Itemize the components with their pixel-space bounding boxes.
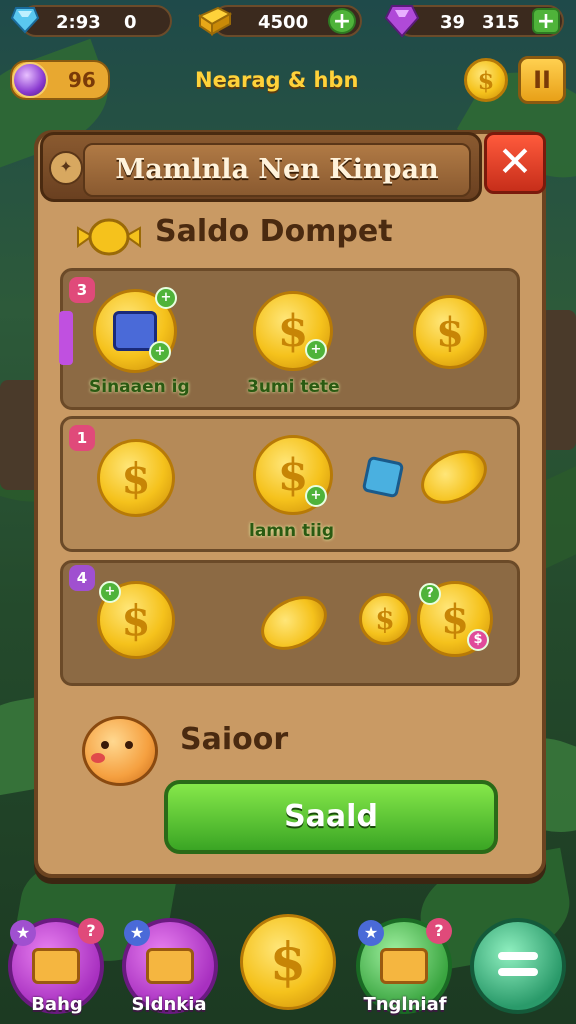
- gold-bars-icon: [197, 6, 233, 36]
- header-coin-icon: $: [464, 58, 508, 102]
- menu-button[interactable]: [470, 918, 566, 1014]
- panel-header: ✦ Mamlnla Nen Kinpan: [40, 132, 482, 202]
- menu-icon: [498, 952, 538, 980]
- add-gold-button[interactable]: +: [328, 8, 356, 34]
- reward-label: lamn tiig: [249, 521, 334, 541]
- timer-pill: 2:93 0: [20, 5, 172, 37]
- gold-count: 4500: [258, 12, 309, 33]
- stars-count-a: 39: [440, 12, 466, 33]
- green-plus-badge: +: [305, 485, 327, 507]
- green-question-badge: ?: [419, 583, 441, 605]
- purple-gem-icon: [384, 5, 420, 38]
- row-number-badge: 1: [69, 425, 95, 451]
- confirm-button[interactable]: Saald: [164, 780, 498, 854]
- gem-count: 0: [124, 12, 137, 33]
- pause-button[interactable]: II: [518, 56, 566, 104]
- nav-tng-label: Tnglniaf: [363, 994, 447, 1015]
- reward-label: 3umi tete: [247, 377, 340, 397]
- footer-label: Saioor: [180, 722, 289, 757]
- pig-mascot-icon: [82, 716, 158, 786]
- chest-icon: [380, 948, 428, 984]
- nav-tng-badge: ?: [426, 918, 452, 944]
- candy-icon: [77, 218, 141, 256]
- green-plus-badge: +: [149, 341, 171, 363]
- gold-coin-icon[interactable]: $: [359, 593, 411, 645]
- chest-icon: [32, 948, 80, 984]
- blue-cube-icon: [361, 455, 405, 499]
- header-emblem-icon: ✦: [49, 151, 83, 185]
- wallet-heading: Saldo Dompet: [155, 214, 393, 249]
- timer-text: 2:93: [56, 12, 101, 33]
- tilted-coin-icon: [411, 439, 497, 515]
- reward-row-2[interactable]: 1 $ $ + lamn tiig: [60, 416, 520, 552]
- add-gems-button[interactable]: +: [532, 8, 560, 34]
- reward-row-1[interactable]: 3 + + Sinaaen ig $ + 3umi tete $: [59, 268, 520, 410]
- row-number-badge: 3: [69, 277, 95, 303]
- gold-coin-icon[interactable]: $: [413, 295, 487, 369]
- green-plus-badge: +: [155, 287, 177, 309]
- green-plus-badge: +: [99, 581, 121, 603]
- blue-gem-icon: [10, 7, 40, 34]
- reward-row-3[interactable]: 4 $ + $ $ ? $: [60, 560, 520, 686]
- chest-icon: [146, 948, 194, 984]
- tilted-coin-icon: [251, 585, 337, 661]
- top-resource-bar: 2:93 0 4500 + 39 315 +: [0, 0, 576, 48]
- purple-tab: [59, 311, 73, 365]
- panel-title: Mamlnla Nen Kinpan: [115, 154, 439, 185]
- stars-count-b: 315: [482, 12, 520, 33]
- purple-orb-icon: [12, 62, 48, 98]
- star-badge-icon: ★: [124, 920, 150, 946]
- nav-bag-badge: ?: [78, 918, 104, 944]
- top-title: Nearag & hbn: [195, 68, 359, 92]
- reward-label: Sinaaen ig: [89, 377, 190, 397]
- row-number-badge: 4: [69, 565, 95, 591]
- dollar-icon: $: [269, 931, 307, 993]
- star-badge-icon: ★: [358, 920, 384, 946]
- star-badge-icon: ★: [10, 920, 36, 946]
- gold-coin-icon[interactable]: $: [97, 439, 175, 517]
- close-button[interactable]: ✕: [484, 132, 546, 194]
- pink-coin-badge: $: [467, 629, 489, 651]
- close-icon: ✕: [497, 137, 533, 186]
- orb-count: 96: [68, 68, 96, 92]
- nav-coin-button[interactable]: $: [240, 914, 336, 1010]
- nav-shop-label: Sldnkia: [131, 994, 207, 1015]
- green-plus-badge: +: [305, 339, 327, 361]
